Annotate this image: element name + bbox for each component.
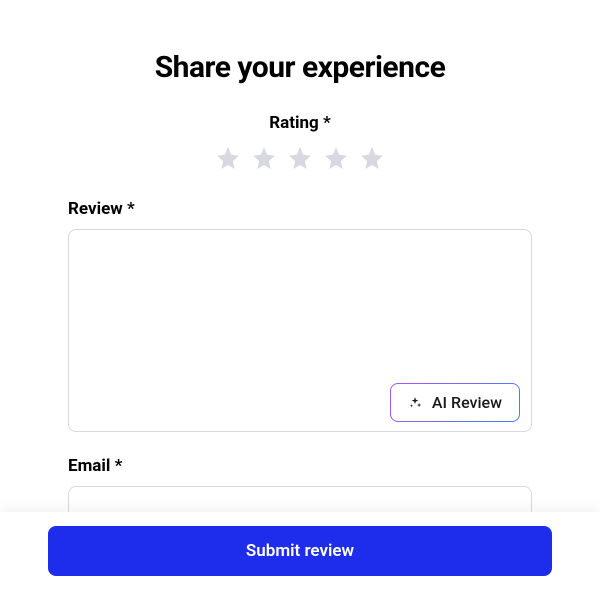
ai-review-button[interactable]: AI Review <box>390 383 520 422</box>
review-label-text: Review <box>68 199 123 219</box>
review-wrapper: AI Review <box>68 229 532 436</box>
review-section: Review * AI Review <box>68 199 532 436</box>
ai-review-label: AI Review <box>432 393 502 412</box>
star-1[interactable] <box>215 145 241 171</box>
rating-label: Rating * <box>68 113 532 133</box>
star-4[interactable] <box>323 145 349 171</box>
submit-button[interactable]: Submit review <box>48 526 552 576</box>
review-required-mark: * <box>127 199 135 219</box>
star-2[interactable] <box>251 145 277 171</box>
rating-required-mark: * <box>323 113 331 133</box>
star-3[interactable] <box>287 145 313 171</box>
sparkle-icon <box>408 396 422 410</box>
review-label: Review * <box>68 199 532 219</box>
email-label: Email * <box>68 456 532 476</box>
rating-section: Rating * <box>68 113 532 171</box>
page-title: Share your experience <box>68 50 532 85</box>
email-label-text: Email <box>68 456 110 476</box>
submit-bar: Submit review <box>0 512 600 600</box>
rating-stars <box>68 145 532 171</box>
star-5[interactable] <box>359 145 385 171</box>
rating-label-text: Rating <box>269 113 318 133</box>
email-required-mark: * <box>115 456 123 476</box>
ai-review-button-inner[interactable]: AI Review <box>391 384 519 421</box>
